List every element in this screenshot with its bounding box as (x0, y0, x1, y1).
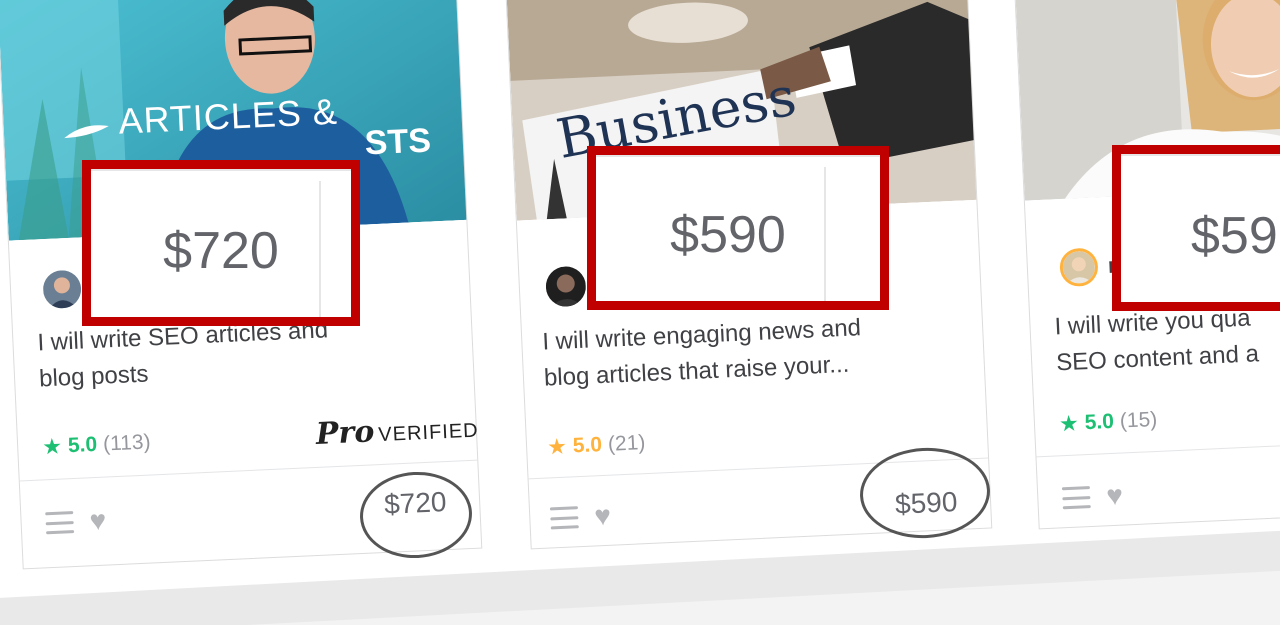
star-icon: ★ (41, 433, 63, 460)
rating-score-1: 5.0 (67, 432, 98, 458)
star-icon: ★ (1058, 410, 1080, 437)
card-actions-1: ♥ (45, 505, 107, 538)
price-highlight-box-2: $590 (587, 146, 889, 310)
seller-avatar-3[interactable] (1059, 247, 1099, 288)
price-highlight-value-3: $59 (1191, 207, 1278, 265)
gig-rating-1: ★ 5.0 (113) (42, 429, 151, 460)
seller-info-1[interactable] (42, 269, 82, 310)
rating-count-2: (21) (607, 431, 646, 456)
gig-title-2[interactable]: I will write engaging news and blog arti… (542, 307, 945, 397)
price-highlight-value-1: $720 (163, 222, 279, 280)
card-actions-3: ♥ (1061, 480, 1124, 513)
page-stage: ARTICLES & STS I will write SEO articles… (0, 0, 1280, 625)
star-icon: ★ (546, 433, 568, 460)
heart-icon[interactable]: ♥ (1106, 480, 1124, 512)
menu-icon[interactable] (45, 511, 75, 535)
price-highlight-value-2: $590 (670, 206, 786, 264)
price-highlight-box-3: $59 (1112, 145, 1280, 311)
rating-count-1: (113) (102, 430, 152, 456)
verified-badge-label: VERIFIED (377, 419, 480, 447)
heart-icon[interactable]: ♥ (89, 505, 107, 537)
seller-info-2[interactable] (544, 265, 587, 308)
card-footer-divider-3 (1036, 435, 1280, 458)
gig-rating-2: ★ 5.0 (21) (547, 430, 646, 460)
menu-icon[interactable] (1061, 486, 1091, 510)
pro-badge-label: Pro (315, 414, 376, 452)
price-highlight-box-1: $720 (82, 160, 360, 326)
seller-avatar-2[interactable] (544, 265, 587, 308)
thumbnail-text-bottom-1: STS (363, 121, 432, 163)
rating-score-2: 5.0 (572, 433, 603, 458)
card-actions-2: ♥ (549, 500, 612, 533)
gig-rating-3: ★ 5.0 (15) (1058, 407, 1157, 437)
heart-icon[interactable]: ♥ (594, 500, 612, 532)
rating-score-3: 5.0 (1084, 409, 1115, 435)
seller-avatar-1[interactable] (42, 269, 82, 310)
pro-verified-badge: Pro VERIFIED (315, 410, 479, 452)
rating-count-3: (15) (1119, 407, 1158, 433)
menu-icon[interactable] (549, 506, 579, 530)
